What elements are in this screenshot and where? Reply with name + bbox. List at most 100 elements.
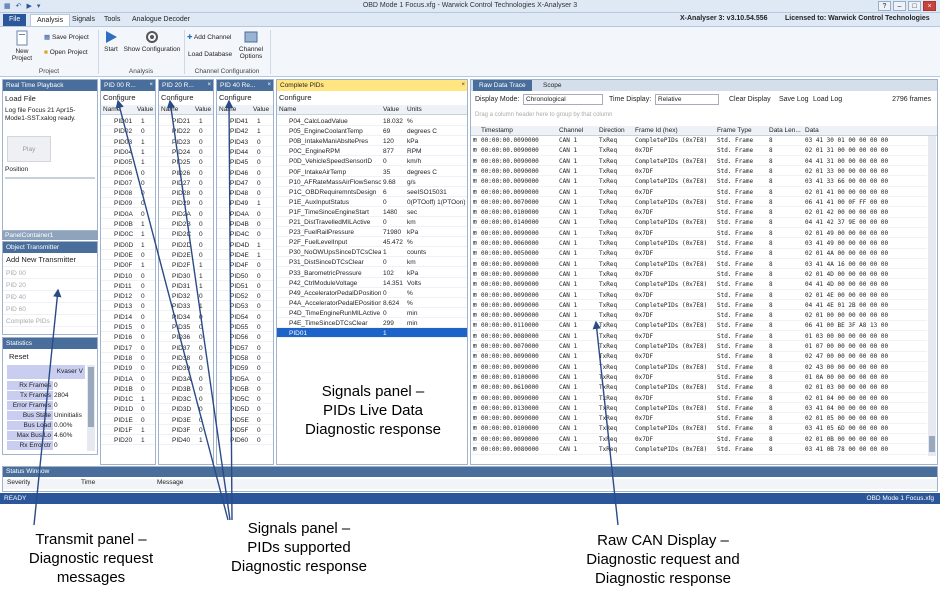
col-message[interactable]: Message: [157, 479, 183, 486]
trace-column-3[interactable]: Direction: [599, 127, 625, 134]
pid-row[interactable]: PID3E 0: [159, 415, 213, 425]
col-value[interactable]: Value: [195, 105, 211, 115]
menu-file[interactable]: File: [3, 14, 27, 26]
col-units[interactable]: Units: [407, 105, 422, 115]
close-icon[interactable]: ×: [461, 80, 465, 91]
pid-row[interactable]: PID04 1: [101, 147, 155, 157]
trace-row[interactable]: ⊞ 00:00:00.0090000 CAN 1 TxReq CompletePIDs …: [471, 280, 927, 290]
expand-icon[interactable]: ⊞: [473, 167, 477, 176]
col-severity[interactable]: Severity: [7, 479, 30, 486]
minimize-icon[interactable]: –: [893, 1, 906, 11]
pid-row[interactable]: PID25 0: [159, 157, 213, 168]
trace-column-1[interactable]: Timestamp: [481, 127, 513, 134]
pid-row[interactable]: PID53 0: [217, 301, 273, 312]
close-icon[interactable]: ×: [923, 1, 936, 11]
col-name[interactable]: Name: [161, 105, 178, 115]
expand-icon[interactable]: ⊞: [473, 424, 477, 433]
complete-pid-row[interactable]: P42_CtrlModuleVoltage 14.351 Volts: [277, 278, 467, 288]
col-value[interactable]: Value: [383, 105, 399, 115]
pid-row[interactable]: PID59 0: [217, 363, 273, 374]
pid-row[interactable]: PID16 0: [101, 332, 155, 343]
pid-row[interactable]: PID5C 0: [217, 394, 273, 405]
pid-row[interactable]: PID3C 0: [159, 394, 213, 405]
col-name[interactable]: Name: [219, 105, 236, 115]
expand-icon[interactable]: ⊞: [473, 332, 477, 341]
pid-row[interactable]: PID28 0: [159, 188, 213, 199]
pid-row[interactable]: PID1E 0: [101, 415, 155, 425]
transmitter-item[interactable]: PID 40: [3, 293, 97, 303]
pid-row[interactable]: PID0A 0: [101, 209, 155, 219]
new-project-button[interactable]: New Project: [5, 30, 39, 62]
expand-icon[interactable]: ⊞: [473, 146, 477, 155]
pid-row[interactable]: PID3A 0: [159, 374, 213, 384]
trace-row[interactable]: ⊞ 00:00:00.0080000 CAN 1 TxReq CompletePIDs …: [471, 445, 927, 455]
pid-row[interactable]: PID0C 1: [101, 229, 155, 240]
complete-pid-row[interactable]: P0B_IntakeManiAbsltePres 120 kPa: [277, 136, 467, 147]
transmitter-item[interactable]: PID 00: [3, 269, 97, 279]
pid-row[interactable]: PID0B 1: [101, 219, 155, 229]
pid-row[interactable]: PID45 0: [217, 157, 273, 168]
col-name[interactable]: Name: [279, 105, 296, 115]
pid-row[interactable]: PID20 1: [101, 435, 155, 446]
transmitter-item[interactable]: PID 20: [3, 281, 97, 291]
complete-pid-row[interactable]: P4E_TimeSinceDTCsClear 299 min: [277, 318, 467, 328]
save-project-button[interactable]: ▦ Save Project: [44, 33, 89, 41]
expand-icon[interactable]: ⊞: [473, 321, 477, 330]
add-channel-button[interactable]: ✚ Add Channel: [187, 33, 232, 41]
pid-row[interactable]: PID41 1: [217, 116, 273, 126]
pid-row[interactable]: PID5F 0: [217, 425, 273, 435]
pid-row[interactable]: PID4A 0: [217, 209, 273, 219]
complete-pid-row[interactable]: P10_AFRateMassAirFlowSensor 9.68 g/s: [277, 177, 467, 187]
pid-row[interactable]: PID18 0: [101, 353, 155, 363]
pid-row[interactable]: PID0D 1: [101, 240, 155, 250]
pid-row[interactable]: PID3B 0: [159, 384, 213, 394]
complete-pid-row[interactable]: P1E_AuxInputStatus 0 0(PTOoff) 1(PTOon): [277, 197, 467, 207]
trace-row[interactable]: ⊞ 00:00:00.0100000 CAN 1 TxReq 0x7DF Std. Fra…: [471, 373, 927, 383]
close-icon[interactable]: ×: [207, 80, 211, 91]
pid-row[interactable]: PID07 0: [101, 178, 155, 188]
pid-row[interactable]: PID34 0: [159, 312, 213, 322]
pid-row[interactable]: PID02 0: [101, 126, 155, 137]
pid-row[interactable]: PID39 0: [159, 363, 213, 374]
pid-row[interactable]: PID4B 0: [217, 219, 273, 229]
pid-row[interactable]: PID44 0: [217, 147, 273, 157]
expand-icon[interactable]: ⊞: [473, 373, 477, 382]
trace-row[interactable]: ⊞ 00:00:00.0090000 CAN 1 TxReq CompletePIDs …: [471, 301, 927, 311]
pid-row[interactable]: PID22 0: [159, 126, 213, 137]
pid-row[interactable]: PID46 0: [217, 168, 273, 178]
trace-row[interactable]: ⊞ 00:00:00.0090000 CAN 1 TxReq 0x7DF Std. Fra…: [471, 352, 927, 362]
configure-button[interactable]: Configure: [279, 93, 312, 102]
clear-display-button[interactable]: Clear Display: [729, 96, 771, 103]
pid-row[interactable]: PID09 0: [101, 198, 155, 209]
trace-column-6[interactable]: Data Len...: [769, 127, 801, 134]
trace-row[interactable]: ⊞ 00:00:00.0090000 CAN 1 TxReq 0x7DF Std. Fra…: [471, 435, 927, 445]
pid-row[interactable]: PID2D 0: [159, 240, 213, 250]
expand-icon[interactable]: ⊞: [473, 311, 477, 320]
complete-pid-row[interactable]: PID01 1: [277, 328, 467, 339]
expand-icon[interactable]: ⊞: [473, 352, 477, 361]
pid-row[interactable]: PID03 1: [101, 137, 155, 147]
expand-icon[interactable]: ⊞: [473, 208, 477, 217]
pid-row[interactable]: PID42 1: [217, 126, 273, 137]
open-project-button[interactable]: ■ Open Project: [44, 49, 88, 56]
expand-icon[interactable]: ⊞: [473, 157, 477, 166]
tab-raw-data-trace[interactable]: Raw Data Trace: [473, 80, 532, 91]
pid-row[interactable]: PID1B 0: [101, 384, 155, 394]
pid-row[interactable]: PID49 1: [217, 198, 273, 209]
pid-row[interactable]: PID4C 0: [217, 229, 273, 240]
trace-row[interactable]: ⊞ 00:00:00.0070000 CAN 1 TxReq CompletePIDs …: [471, 342, 927, 352]
pid-row[interactable]: PID0E 0: [101, 250, 155, 260]
complete-pid-row[interactable]: P30_NoOWUpsSinceDTCsClear 1 counts: [277, 247, 467, 258]
trace-row[interactable]: ⊞ 00:00:00.0090000 CAN 1 TxReq 0x7DF Std. Fra…: [471, 270, 927, 280]
complete-pid-row[interactable]: P49_AcceleratorPedalDPosition 0%: [277, 288, 467, 298]
pid-row[interactable]: PID2B 0: [159, 219, 213, 229]
pid-row[interactable]: PID37 0: [159, 343, 213, 353]
trace-row[interactable]: ⊞ 00:00:00.0090000 CAN 1 TxReq CompletePIDs …: [471, 177, 927, 187]
trace-row[interactable]: ⊞ 00:00:00.0090000 CAN 1 TxReq 0x7DF Std. Fra…: [471, 167, 927, 177]
tab-scope[interactable]: Scope: [537, 80, 567, 91]
pid-row[interactable]: PID38 0: [159, 353, 213, 363]
pid-row[interactable]: PID26 0: [159, 168, 213, 178]
pid-row[interactable]: PID06 0: [101, 168, 155, 178]
expand-icon[interactable]: ⊞: [473, 404, 477, 413]
complete-pid-row[interactable]: P0F_IntakeAirTemp 35 degrees C: [277, 167, 467, 177]
